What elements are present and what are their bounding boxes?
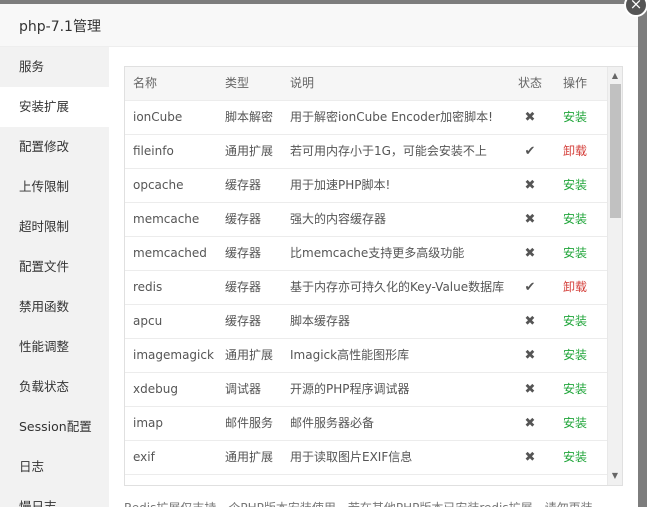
extension-type: 邮件服务 xyxy=(225,416,274,430)
extension-name: xdebug xyxy=(133,382,178,396)
installed-check-icon: ✔ xyxy=(524,144,536,159)
extension-name: imagemagick xyxy=(133,348,214,362)
not-installed-x-icon: ✖ xyxy=(524,450,536,465)
extension-name: memcached xyxy=(133,246,207,260)
extension-desc: 用于解密ionCube Encoder加密脚本! xyxy=(290,110,493,124)
extension-desc: 比memcache支持更多高级功能 xyxy=(290,246,465,260)
extension-type: 通用扩展 xyxy=(225,144,274,158)
table-row: opcache 缓存器 用于加速PHP脚本! ✖ 安装 xyxy=(125,169,607,203)
install-link[interactable]: 安装 xyxy=(563,373,587,406)
extension-type: 通用扩展 xyxy=(225,450,274,464)
sidebar-item[interactable]: 上传限制 xyxy=(0,167,109,207)
sidebar-item[interactable]: 日志 xyxy=(0,447,109,487)
extension-desc: 脚本缓存器 xyxy=(290,314,351,328)
dialog-titlebar: php-7.1管理 xyxy=(0,4,638,47)
extension-type: 缓存器 xyxy=(225,314,262,328)
extension-type: 脚本解密 xyxy=(225,110,274,124)
extension-desc: 若可用内存小于1G，可能会安装不上 xyxy=(290,144,487,158)
table-header-row: 名称 类型 说明 状态 操作 xyxy=(125,67,607,101)
extension-name: imap xyxy=(133,416,163,430)
not-installed-x-icon: ✖ xyxy=(524,178,536,193)
extension-name: ionCube xyxy=(133,110,183,124)
header-status: 状态 xyxy=(517,76,542,90)
table-row: fileinfo 通用扩展 若可用内存小于1G，可能会安装不上 ✔ 卸载 xyxy=(125,135,607,169)
extension-desc: 基于内存亦可持久化的Key-Value数据库 xyxy=(290,280,505,294)
scroll-up-arrow-icon[interactable]: ▲ xyxy=(610,71,620,81)
sidebar-item[interactable]: 安装扩展 xyxy=(0,87,109,127)
installed-check-icon: ✔ xyxy=(524,280,536,295)
sidebar: 服务 安装扩展 配置修改 上传限制 超时限制 配置文件 禁用函数 性能调整 负载状态 Sessio… xyxy=(0,47,109,507)
sidebar-item[interactable]: 性能调整 xyxy=(0,327,109,367)
not-installed-x-icon: ✖ xyxy=(524,110,536,125)
extension-desc: 用于读取图片EXIF信息 xyxy=(290,450,413,464)
not-installed-x-icon: ✖ xyxy=(524,348,536,363)
extension-name: redis xyxy=(133,280,163,294)
table-row: memcache 缓存器 强大的内容缓存器 ✖ 安装 xyxy=(125,203,607,237)
sidebar-item[interactable]: 配置修改 xyxy=(0,127,109,167)
sidebar-item[interactable]: 配置文件 xyxy=(0,247,109,287)
install-link[interactable]: 安装 xyxy=(563,237,587,270)
extension-desc: Imagick高性能图形库 xyxy=(290,348,410,362)
table-row: imap 邮件服务 邮件服务器必备 ✖ 安装 xyxy=(125,407,607,441)
not-installed-x-icon: ✖ xyxy=(524,416,536,431)
extension-name: opcache xyxy=(133,178,184,192)
install-link[interactable]: 安装 xyxy=(563,441,587,474)
install-link[interactable]: 安装 xyxy=(563,101,587,134)
install-link[interactable]: 安装 xyxy=(563,203,587,236)
extension-desc: 强大的内容缓存器 xyxy=(290,212,387,226)
sidebar-item[interactable]: Session配置 xyxy=(0,407,109,447)
sidebar-item[interactable]: 慢日志 xyxy=(0,487,109,507)
install-link[interactable]: 安装 xyxy=(563,305,587,338)
header-type: 类型 xyxy=(225,76,250,90)
extension-type: 缓存器 xyxy=(225,178,262,192)
content-panel: 名称 类型 说明 状态 操作 ionCube 脚本解密 用于解密ionCube En… xyxy=(109,47,638,507)
table-row: apcu 缓存器 脚本缓存器 ✖ 安装 xyxy=(125,305,607,339)
install-link[interactable]: 安装 xyxy=(563,339,587,372)
install-link[interactable]: 安装 xyxy=(563,407,587,440)
extension-name: exif xyxy=(133,450,155,464)
install-link[interactable]: 安装 xyxy=(563,169,587,202)
table-row: exif 通用扩展 用于读取图片EXIF信息 ✖ 安装 xyxy=(125,441,607,475)
header-desc: 说明 xyxy=(290,76,315,90)
extension-type: 缓存器 xyxy=(225,280,262,294)
table-row: imagemagick 通用扩展 Imagick高性能图形库 ✖ 安装 xyxy=(125,339,607,373)
not-installed-x-icon xyxy=(522,475,538,485)
extension-desc: 邮件服务器必备 xyxy=(290,416,375,430)
extension-type: 缓存器 xyxy=(225,246,262,260)
scroll-down-arrow-icon[interactable]: ▼ xyxy=(610,471,620,481)
extension-type: 通用扩展 xyxy=(225,348,274,362)
not-installed-x-icon: ✖ xyxy=(524,246,536,261)
extension-name: memcache xyxy=(133,212,200,226)
extension-desc: 用于加速PHP脚本! xyxy=(290,178,391,192)
extension-name: apcu xyxy=(133,314,163,328)
sidebar-item[interactable]: 服务 xyxy=(0,47,109,87)
table-scrollbar[interactable]: ▲ ▼ xyxy=(607,67,622,485)
not-installed-x-icon: ✖ xyxy=(524,212,536,227)
table-row xyxy=(125,475,607,485)
sidebar-item[interactable]: 负载状态 xyxy=(0,367,109,407)
extension-name: fileinfo xyxy=(133,144,174,158)
table-row: redis 缓存器 基于内存亦可持久化的Key-Value数据库 ✔ 卸载 xyxy=(125,271,607,305)
dialog-title: php-7.1管理 xyxy=(19,19,101,35)
sidebar-item[interactable]: 禁用函数 xyxy=(0,287,109,327)
footer-note: Redis扩展仅支持一个PHP版本安装使用，若在其他PHP版本已安装redis扩… xyxy=(124,499,593,507)
table-row: xdebug 调试器 开源的PHP程序调试器 ✖ 安装 xyxy=(125,373,607,407)
header-name: 名称 xyxy=(133,76,158,90)
table-row: ionCube 脚本解密 用于解密ionCube Encoder加密脚本! ✖ 安装 xyxy=(125,101,607,135)
extensions-table: 名称 类型 说明 状态 操作 ionCube 脚本解密 用于解密ionCube En… xyxy=(124,66,623,486)
not-installed-x-icon: ✖ xyxy=(524,382,536,397)
sidebar-item[interactable]: 超时限制 xyxy=(0,207,109,247)
php-manager-dialog: php-7.1管理 服务 安装扩展 配置修改 上传限制 超时限制 配置文件 禁用函数 性能调整… xyxy=(0,4,638,507)
scroll-thumb[interactable] xyxy=(610,84,621,218)
uninstall-link[interactable]: 卸载 xyxy=(563,135,587,168)
extension-type: 调试器 xyxy=(225,382,262,396)
uninstall-link[interactable]: 卸载 xyxy=(563,271,587,304)
extension-desc: 开源的PHP程序调试器 xyxy=(290,382,410,396)
extension-type: 缓存器 xyxy=(225,212,262,226)
table-row: memcached 缓存器 比memcache支持更多高级功能 ✖ 安装 xyxy=(125,237,607,271)
not-installed-x-icon: ✖ xyxy=(524,314,536,329)
header-op: 操作 xyxy=(563,76,588,90)
